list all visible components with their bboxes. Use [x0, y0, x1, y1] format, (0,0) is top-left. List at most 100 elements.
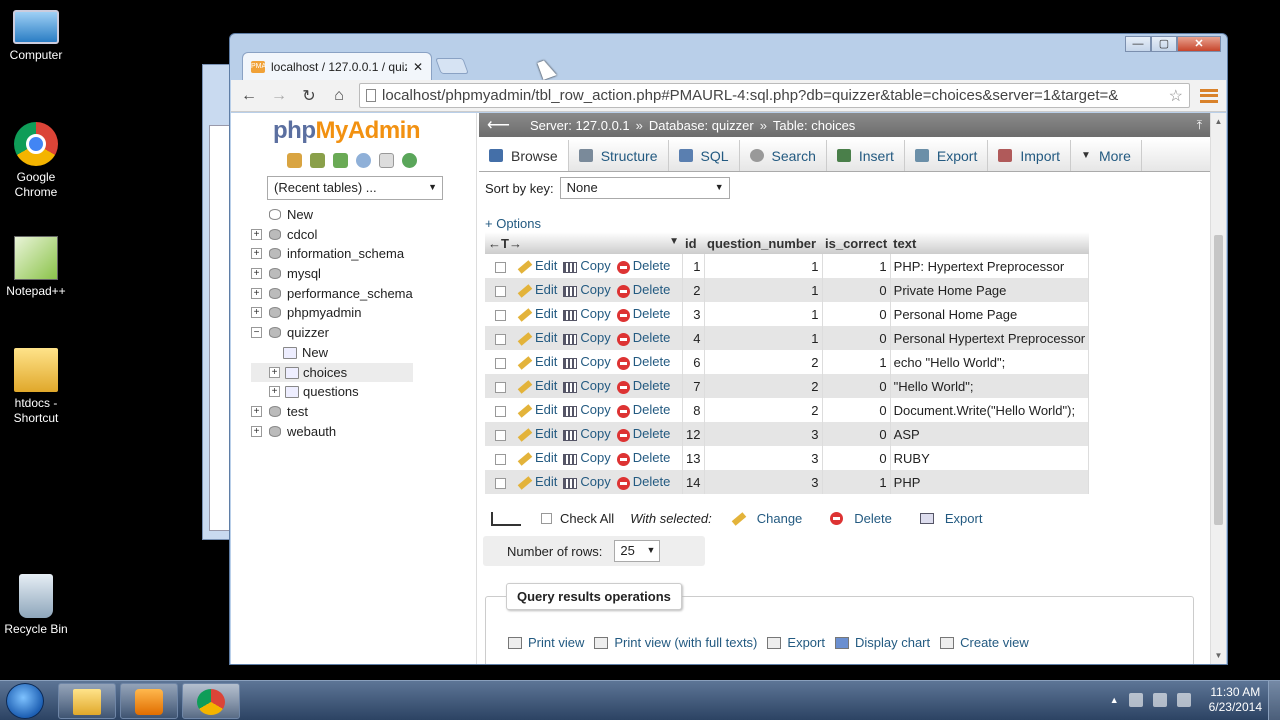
toggle-navigation-icon[interactable]: ⟵ — [487, 115, 510, 135]
cell-id[interactable]: 6 — [682, 350, 705, 374]
expand-icon[interactable]: + — [269, 386, 280, 398]
cell-is-correct[interactable]: 0 — [822, 302, 891, 326]
vertical-scrollbar[interactable]: ▲ ▼ — [1210, 113, 1226, 664]
cell-question-number[interactable]: 2 — [704, 350, 823, 374]
cell-is-correct[interactable]: 0 — [822, 278, 891, 302]
address-bar[interactable]: localhost/phpmyadmin/tbl_row_action.php#… — [359, 83, 1190, 108]
options-link[interactable]: + Options — [485, 216, 541, 231]
delete-link[interactable]: Delete — [633, 330, 671, 345]
sort-by-key-select[interactable]: None — [559, 177, 730, 199]
cell-question-number[interactable]: 1 — [704, 254, 823, 278]
cell-id[interactable]: 4 — [682, 326, 705, 350]
tab-insert[interactable]: Insert — [827, 140, 905, 171]
tab-more[interactable]: ▼ More — [1071, 140, 1142, 171]
cell-question-number[interactable]: 1 — [704, 326, 823, 350]
tree-item-phpmyadmin[interactable]: + phpmyadmin — [251, 303, 413, 323]
tree-item-performance-schema[interactable]: + performance_schema — [251, 284, 413, 304]
header-is-correct[interactable]: is_correct — [822, 232, 891, 254]
print-view-full-link[interactable]: Print view (with full texts) — [594, 635, 757, 650]
expand-icon[interactable]: + — [251, 425, 262, 437]
flag-icon[interactable] — [1128, 693, 1143, 707]
docs-icon[interactable] — [379, 153, 394, 168]
logout-icon[interactable] — [310, 153, 325, 168]
copy-link[interactable]: Copy — [580, 474, 610, 489]
cell-id[interactable]: 8 — [682, 398, 705, 422]
edit-link[interactable]: Edit — [535, 450, 557, 465]
delete-link[interactable]: Delete — [633, 474, 671, 489]
table-row[interactable]: Edit Copy Delete 6 2 1 echo "Hello World"; — [485, 350, 1090, 374]
query-window-icon[interactable] — [333, 153, 348, 168]
table-row[interactable]: Edit Copy Delete 12 3 0 ASP — [485, 422, 1090, 446]
collapse-top-icon[interactable]: ⤒ — [1197, 118, 1202, 133]
cell-text[interactable]: Personal Home Page — [890, 302, 1090, 326]
edit-link[interactable]: Edit — [535, 354, 557, 369]
tree-item-webauth[interactable]: + webauth — [251, 422, 413, 442]
clock[interactable]: 11:30 AM 6/23/2014 — [1209, 685, 1262, 715]
table-row[interactable]: Edit Copy Delete 8 2 0 Document.Write("Hello W… — [485, 398, 1090, 422]
bookmark-star-icon[interactable]: ☆ — [1169, 86, 1183, 106]
row-checkbox[interactable] — [495, 477, 506, 489]
desktop-icon-computer[interactable]: Computer — [0, 10, 72, 63]
cell-id[interactable]: 7 — [682, 374, 705, 398]
expand-icon[interactable]: + — [251, 268, 262, 280]
edit-link[interactable]: Edit — [535, 330, 557, 345]
check-all-label[interactable]: Check All — [560, 511, 614, 526]
home-icon[interactable] — [287, 153, 302, 168]
cell-is-correct[interactable]: 1 — [822, 470, 891, 494]
number-of-rows-select[interactable]: 25 — [614, 540, 661, 562]
home-button[interactable]: ⌂ — [329, 87, 349, 105]
recent-tables-select[interactable]: (Recent tables) ... — [267, 176, 443, 200]
breadcrumb-table[interactable]: Table: choices — [773, 118, 855, 133]
cell-id[interactable]: 3 — [682, 302, 705, 326]
row-checkbox[interactable] — [495, 429, 506, 441]
cell-is-correct[interactable]: 1 — [822, 254, 891, 278]
copy-link[interactable]: Copy — [580, 426, 610, 441]
show-desktop-button[interactable] — [1268, 681, 1280, 720]
new-tab-button[interactable] — [435, 58, 469, 74]
copy-link[interactable]: Copy — [580, 378, 610, 393]
cell-text[interactable]: "Hello World"; — [890, 374, 1090, 398]
delete-link[interactable]: Delete — [633, 426, 671, 441]
cell-question-number[interactable]: 1 — [704, 302, 823, 326]
bulk-change-button[interactable]: Change — [757, 511, 803, 526]
desktop-icon-htdocs[interactable]: htdocs - Shortcut — [0, 348, 72, 426]
volume-icon[interactable] — [1176, 693, 1191, 707]
expand-icon[interactable]: + — [251, 307, 262, 319]
edit-link[interactable]: Edit — [535, 378, 557, 393]
expand-icon[interactable]: + — [251, 248, 262, 260]
collapse-icon[interactable]: − — [251, 327, 262, 339]
tree-item-mysql[interactable]: + mysql — [251, 264, 413, 284]
print-view-link[interactable]: Print view — [508, 635, 584, 650]
delete-link[interactable]: Delete — [633, 258, 671, 273]
tab-close-icon[interactable]: ✕ — [413, 60, 423, 74]
reload-nav-icon[interactable] — [402, 153, 417, 168]
edit-link[interactable]: Edit — [535, 474, 557, 489]
column-arrows-icon[interactable]: ←T→ — [488, 236, 522, 251]
row-checkbox[interactable] — [495, 285, 506, 297]
cell-question-number[interactable]: 2 — [704, 374, 823, 398]
cell-id[interactable]: 2 — [682, 278, 705, 302]
back-button[interactable]: ← — [239, 87, 259, 105]
network-icon[interactable] — [1152, 693, 1167, 707]
help-icon[interactable] — [356, 153, 371, 168]
cell-question-number[interactable]: 3 — [704, 422, 823, 446]
copy-link[interactable]: Copy — [580, 330, 610, 345]
row-checkbox[interactable] — [495, 381, 506, 393]
copy-link[interactable]: Copy — [580, 282, 610, 297]
row-checkbox[interactable] — [495, 309, 506, 321]
cell-question-number[interactable]: 1 — [704, 278, 823, 302]
table-row[interactable]: Edit Copy Delete 3 1 0 Personal Home Page — [485, 302, 1090, 326]
tab-structure[interactable]: Structure — [569, 140, 669, 171]
edit-link[interactable]: Edit — [535, 306, 557, 321]
tab-search[interactable]: Search — [740, 140, 827, 171]
row-checkbox[interactable] — [495, 453, 506, 465]
taskbar-media-player[interactable] — [120, 683, 178, 719]
desktop-icon-chrome[interactable]: Google Chrome — [0, 122, 72, 200]
desktop-icon-recycle-bin[interactable]: Recycle Bin — [0, 574, 72, 637]
edit-link[interactable]: Edit — [535, 282, 557, 297]
cell-id[interactable]: 13 — [682, 446, 705, 470]
table-row[interactable]: Edit Copy Delete 4 1 0 Personal Hypertext Prep… — [485, 326, 1090, 350]
tab-browse[interactable]: Browse — [479, 140, 569, 171]
row-checkbox[interactable] — [495, 357, 506, 369]
row-checkbox[interactable] — [495, 333, 506, 345]
